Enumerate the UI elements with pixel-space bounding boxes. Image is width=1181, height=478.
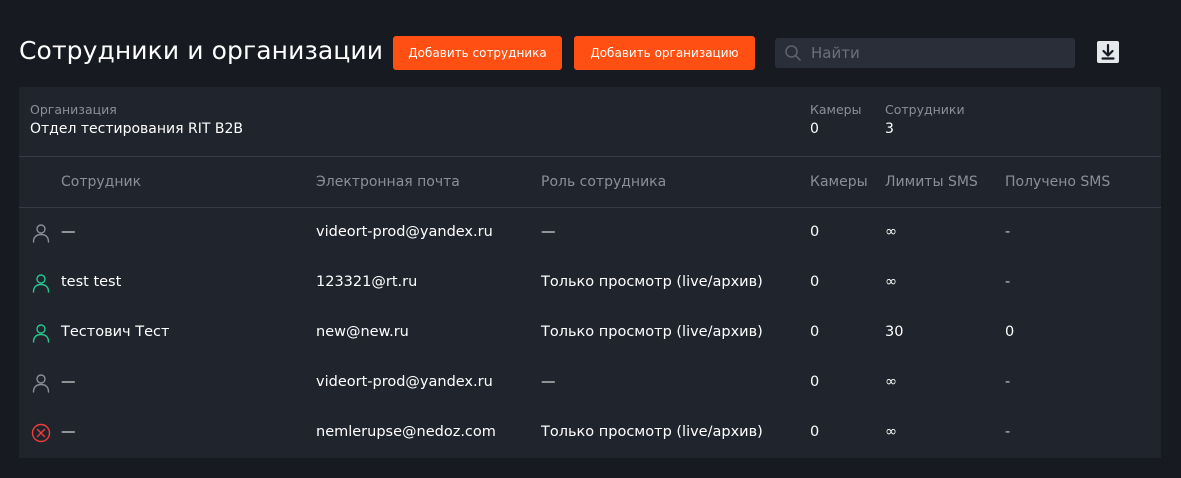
employee-sms-limit: ∞ [885, 224, 898, 240]
employee-name: — [61, 224, 76, 240]
table-row[interactable]: Тестович Тест new@new.ru Только просмотр… [19, 308, 1161, 358]
employee-role: — [541, 374, 556, 390]
table-header: Сотрудник Электронная почта Роль сотрудн… [19, 157, 1161, 208]
blocked-icon [31, 423, 51, 443]
employee-cameras: 0 [810, 324, 820, 340]
organization-employees-label: Сотрудники [885, 102, 965, 117]
column-email: Электронная почта [316, 174, 460, 190]
employee-email: videort-prod@yandex.ru [316, 224, 493, 240]
employee-sms-received: - [1005, 374, 1011, 390]
search-input[interactable] [809, 38, 1069, 68]
column-employee: Сотрудник [61, 174, 142, 190]
column-cameras: Камеры [810, 174, 868, 190]
page-title: Сотрудники и организации [19, 36, 384, 65]
employee-name: — [61, 374, 76, 390]
employee-role: — [541, 224, 556, 240]
employee-name: Тестович Тест [61, 324, 170, 340]
employee-sms-limit: 30 [885, 324, 904, 340]
employee-sms-received: - [1005, 274, 1011, 290]
user-active-icon [32, 324, 50, 343]
employee-role: Только просмотр (live/архив) [541, 324, 763, 340]
download-icon[interactable] [1096, 40, 1120, 64]
user-inactive-icon [32, 374, 50, 393]
employee-role: Только просмотр (live/архив) [541, 424, 763, 440]
employees-page: Сотрудники и организации Добавить сотруд… [0, 0, 1181, 478]
employee-email: nemlerupse@nedoz.com [316, 424, 496, 440]
search-icon [785, 45, 801, 61]
page-header: Сотрудники и организации Добавить сотруд… [0, 0, 1181, 87]
organization-cameras-label: Камеры [810, 102, 862, 117]
column-sms-received: Получено SMS [1005, 174, 1111, 190]
employee-cameras: 0 [810, 374, 820, 390]
user-active-icon [32, 274, 50, 293]
organization-cameras-count: 0 [810, 121, 819, 137]
organization-name: Отдел тестирования RIT B2B [30, 121, 243, 137]
organization-employees-count: 3 [885, 121, 894, 137]
employee-email: videort-prod@yandex.ru [316, 374, 493, 390]
search-box[interactable] [775, 38, 1075, 68]
employee-name: test test [61, 274, 122, 290]
add-employee-button[interactable]: Добавить сотрудника [393, 36, 562, 70]
employee-sms-limit: ∞ [885, 424, 898, 440]
column-sms-limit: Лимиты SMS [885, 174, 978, 190]
table-row[interactable]: — videort-prod@yandex.ru — 0 ∞ - [19, 208, 1161, 258]
table-row[interactable]: test test 123321@rt.ru Только просмотр (… [19, 258, 1161, 308]
table-row[interactable]: — videort-prod@yandex.ru — 0 ∞ - [19, 358, 1161, 408]
employee-sms-limit: ∞ [885, 274, 898, 290]
employee-sms-received: - [1005, 424, 1011, 440]
add-organization-button[interactable]: Добавить организацию [574, 36, 755, 70]
organization-summary[interactable]: Организация Отдел тестирования RIT B2B К… [19, 87, 1161, 157]
employee-role: Только просмотр (live/архив) [541, 274, 763, 290]
employee-email: new@new.ru [316, 324, 409, 340]
organization-name-label: Организация [30, 102, 117, 117]
column-role: Роль сотрудника [541, 174, 667, 190]
employee-cameras: 0 [810, 224, 820, 240]
employee-sms-received: - [1005, 224, 1011, 240]
employee-list: — videort-prod@yandex.ru — 0 ∞ - test te… [19, 208, 1161, 458]
employee-cameras: 0 [810, 424, 820, 440]
organization-panel: Организация Отдел тестирования RIT B2B К… [19, 87, 1161, 458]
employee-cameras: 0 [810, 274, 820, 290]
user-inactive-icon [32, 224, 50, 243]
employee-sms-limit: ∞ [885, 374, 898, 390]
employee-name: — [61, 424, 76, 440]
table-row[interactable]: — nemlerupse@nedoz.com Только просмотр (… [19, 408, 1161, 458]
employee-email: 123321@rt.ru [316, 274, 418, 290]
employee-sms-received: 0 [1005, 324, 1015, 340]
